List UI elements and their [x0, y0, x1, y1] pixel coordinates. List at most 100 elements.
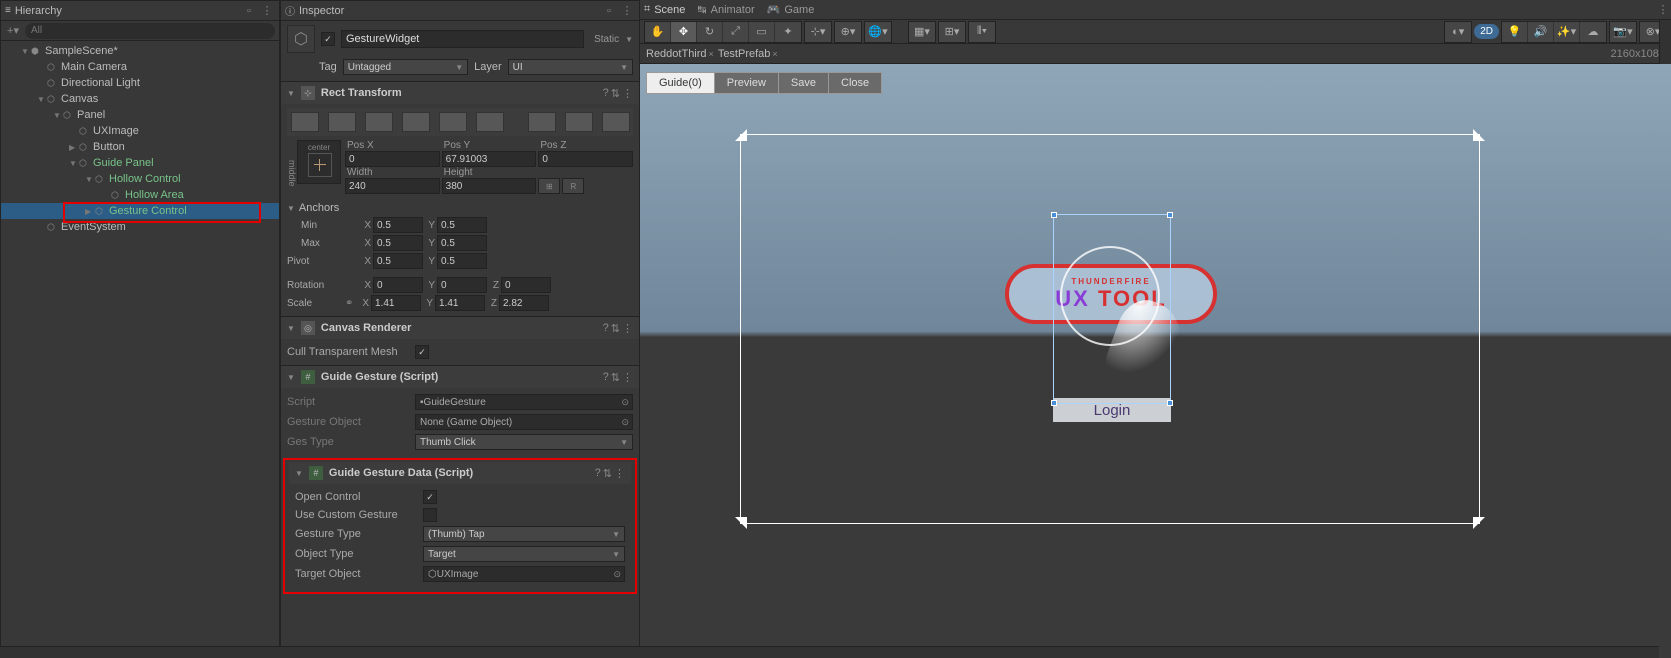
preview-button[interactable]: Preview: [715, 73, 779, 93]
posy-input[interactable]: [442, 151, 537, 167]
raw-edit-button[interactable]: R: [562, 178, 584, 194]
rotation-x-input[interactable]: [373, 277, 423, 293]
guide-gesture-header[interactable]: ▼ # Guide Gesture (Script) ?⇅⋮: [281, 366, 639, 388]
fold-icon[interactable]: ▼: [21, 47, 31, 56]
audio-button[interactable]: 🔊: [1528, 22, 1554, 42]
tabs-menu-icon[interactable]: ⋮: [1655, 2, 1671, 18]
effects-button[interactable]: ✨▾: [1554, 22, 1580, 42]
gameobject-active-checkbox[interactable]: ✓: [321, 32, 335, 46]
preset-icon[interactable]: ⇅: [611, 87, 620, 100]
fold-icon[interactable]: ▼: [85, 175, 95, 184]
anchor-preset-button[interactable]: [528, 112, 556, 132]
fold-icon[interactable]: ▼: [53, 111, 63, 120]
tool-scale-button[interactable]: ⤢: [723, 22, 749, 42]
width-input[interactable]: [345, 178, 440, 194]
static-dropdown-icon[interactable]: ▼: [625, 35, 633, 44]
tool-hand-button[interactable]: ✋: [645, 22, 671, 42]
gameobject-name-input[interactable]: [341, 30, 584, 48]
hierarchy-item[interactable]: ⬡Main Camera: [1, 59, 279, 75]
snap-toggle-button[interactable]: ⊞▾: [939, 22, 965, 42]
hierarchy-item[interactable]: ▼⬡Panel: [1, 107, 279, 123]
preset-icon[interactable]: ⇅: [611, 371, 620, 384]
help-icon[interactable]: ?: [603, 322, 609, 335]
pivot-y-input[interactable]: [437, 253, 487, 269]
pivot-rotation-button[interactable]: 🌐▾: [865, 22, 891, 42]
canvas-renderer-header[interactable]: ▼ ◎ Canvas Renderer ?⇅⋮: [281, 317, 639, 339]
tag-dropdown[interactable]: Untagged▼: [343, 59, 468, 75]
tool-transform-button[interactable]: ✦: [775, 22, 801, 42]
anchor-preset-button[interactable]: [291, 112, 319, 132]
tool-move-button[interactable]: ✥: [671, 22, 697, 42]
hierarchy-item[interactable]: ▼⬡Guide Panel: [1, 155, 279, 171]
scale-y-input[interactable]: [435, 295, 485, 311]
anchor-min-y-input[interactable]: [437, 217, 487, 233]
breadcrumb-item[interactable]: ReddotThird×: [646, 48, 714, 60]
rotation-y-input[interactable]: [437, 277, 487, 293]
snap-settings-button[interactable]: ⫴▾: [969, 22, 995, 42]
scale-x-input[interactable]: [371, 295, 421, 311]
breadcrumb-item[interactable]: TestPrefab×: [718, 48, 778, 60]
height-input[interactable]: [442, 178, 537, 194]
scale-link-icon[interactable]: ⚭: [345, 298, 359, 309]
hierarchy-item[interactable]: ▶⬡Gesture Control: [1, 203, 279, 219]
hierarchy-item[interactable]: ⬡Directional Light: [1, 75, 279, 91]
preset-icon[interactable]: ⇅: [611, 322, 620, 335]
lighting-button[interactable]: 💡: [1502, 22, 1528, 42]
pivot-x-input[interactable]: [373, 253, 423, 269]
draw-mode-button[interactable]: ◐▾: [1445, 22, 1471, 42]
hierarchy-item[interactable]: ⬡UXImage: [1, 123, 279, 139]
mode-2d-button[interactable]: 2D: [1474, 24, 1499, 39]
open-control-checkbox[interactable]: ✓: [423, 490, 437, 504]
save-button[interactable]: Save: [779, 73, 829, 93]
hierarchy-item[interactable]: ⬡Hollow Area: [1, 187, 279, 203]
ges-type-dropdown[interactable]: Thumb Click▼: [415, 434, 633, 450]
hierarchy-search-input[interactable]: [25, 23, 275, 39]
preset-icon[interactable]: ⇅: [603, 467, 612, 480]
hierarchy-lock-icon[interactable]: ▫: [241, 3, 257, 19]
fold-icon[interactable]: ▶: [85, 207, 95, 216]
gameobject-icon[interactable]: ⬡: [287, 25, 315, 53]
fold-icon[interactable]: ▼: [69, 159, 79, 168]
tool-rect-button[interactable]: ▭: [749, 22, 775, 42]
target-object-field[interactable]: ⬡ UXImage⊙: [423, 566, 625, 582]
anchor-preset-button[interactable]: [328, 112, 356, 132]
close-icon[interactable]: ×: [709, 49, 714, 59]
scale-z-input[interactable]: [499, 295, 549, 311]
tool-rotate-button[interactable]: ↻: [697, 22, 723, 42]
anchor-preset-button[interactable]: [365, 112, 393, 132]
anchor-preset-button[interactable]: [602, 112, 630, 132]
grid-toggle-button[interactable]: ▦▾: [909, 22, 935, 42]
camera-button[interactable]: 📷▾: [1610, 22, 1636, 42]
scene-viewport[interactable]: Guide(0) Preview Save Close THUNDERFIRE …: [640, 64, 1671, 658]
inspector-lock-icon[interactable]: ▫: [601, 3, 617, 19]
hierarchy-item[interactable]: ▼⬢SampleScene*: [1, 43, 279, 59]
rotation-z-input[interactable]: [501, 277, 551, 293]
gesture-object-field[interactable]: None (Game Object)⊙: [415, 414, 633, 430]
tab-game[interactable]: 🎮Game: [767, 3, 815, 16]
fold-icon[interactable]: ▶: [69, 143, 79, 152]
hierarchy-item[interactable]: ▼⬡Canvas: [1, 91, 279, 107]
tab-animator[interactable]: ↹Animator: [697, 3, 754, 16]
posz-input[interactable]: [538, 151, 633, 167]
close-button[interactable]: Close: [829, 73, 881, 93]
anchor-max-y-input[interactable]: [437, 235, 487, 251]
visibility-button[interactable]: ☁: [1580, 22, 1606, 42]
cull-checkbox[interactable]: ✓: [415, 345, 429, 359]
close-icon[interactable]: ×: [772, 49, 777, 59]
menu-icon[interactable]: ⋮: [622, 87, 633, 100]
object-type-dropdown[interactable]: Target▼: [423, 546, 625, 562]
blueprint-button[interactable]: ⊞: [538, 178, 560, 194]
anchor-preset-button[interactable]: [476, 112, 504, 132]
layer-dropdown[interactable]: UI▼: [508, 59, 633, 75]
hierarchy-item[interactable]: ▼⬡Hollow Control: [1, 171, 279, 187]
anchor-preset-button[interactable]: [439, 112, 467, 132]
use-custom-gesture-checkbox[interactable]: [423, 508, 437, 522]
menu-icon[interactable]: ⋮: [622, 371, 633, 384]
anchor-min-x-input[interactable]: [373, 217, 423, 233]
inspector-menu-icon[interactable]: ⋮: [619, 3, 635, 19]
guide-index-button[interactable]: Guide(0): [647, 73, 715, 93]
hierarchy-item[interactable]: ⬡EventSystem: [1, 219, 279, 235]
tool-custom-button[interactable]: ⊹▾: [805, 22, 831, 42]
anchor-preset-button[interactable]: [565, 112, 593, 132]
hierarchy-item[interactable]: ▶⬡Button: [1, 139, 279, 155]
